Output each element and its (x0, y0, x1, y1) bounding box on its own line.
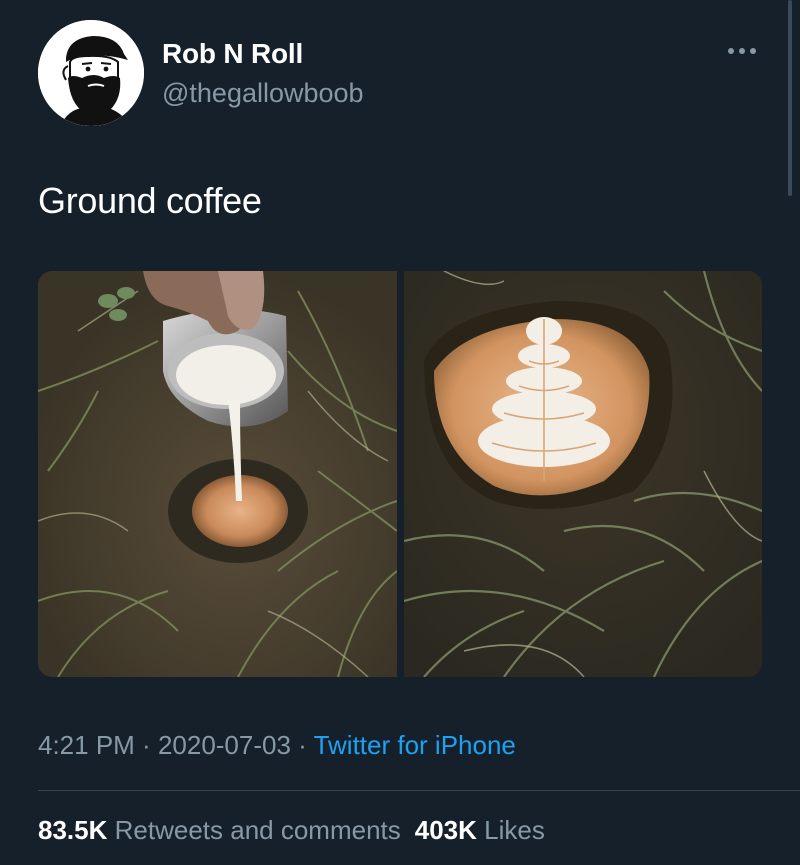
retweets-count: 83.5K (38, 815, 108, 845)
tweet-text: Ground coffee (38, 180, 262, 221)
meta-separator-2: · (290, 730, 314, 760)
likes-stat[interactable]: 403K Likes (415, 815, 545, 845)
photo-latte-art[interactable] (404, 271, 762, 677)
tweet-time[interactable]: 4:21 PM (38, 730, 135, 760)
tweet-date[interactable]: 2020-07-03 (158, 730, 291, 760)
display-name[interactable]: Rob N Roll (162, 38, 303, 70)
tweet-stats: 83.5K Retweets and comments 403K Likes (38, 815, 545, 846)
bearded-man-icon (38, 20, 144, 126)
scrollbar[interactable] (788, 0, 794, 196)
likes-count: 403K (414, 815, 477, 845)
latte-art-photo-icon (404, 271, 762, 677)
avatar[interactable] (38, 20, 144, 126)
likes-label: Likes (484, 815, 545, 845)
meta-separator: · (134, 730, 158, 760)
milk-pouring-photo-icon (38, 271, 397, 677)
tweet-source-link[interactable]: Twitter for iPhone (314, 730, 516, 760)
tweet: Rob N Roll @thegallowboob Ground coffee (0, 0, 800, 865)
divider (38, 790, 800, 791)
retweets-stat[interactable]: 83.5K Retweets and comments (38, 815, 401, 845)
photo-pouring[interactable] (38, 271, 397, 677)
user-handle[interactable]: @thegallowboob (162, 78, 364, 109)
tweet-metadata: 4:21 PM · 2020-07-03 · Twitter for iPhon… (38, 730, 516, 761)
retweets-label: Retweets and comments (114, 815, 401, 845)
more-options-icon[interactable] (724, 44, 760, 58)
scrollbar-thumb[interactable] (788, 0, 792, 196)
media-grid (38, 271, 762, 677)
